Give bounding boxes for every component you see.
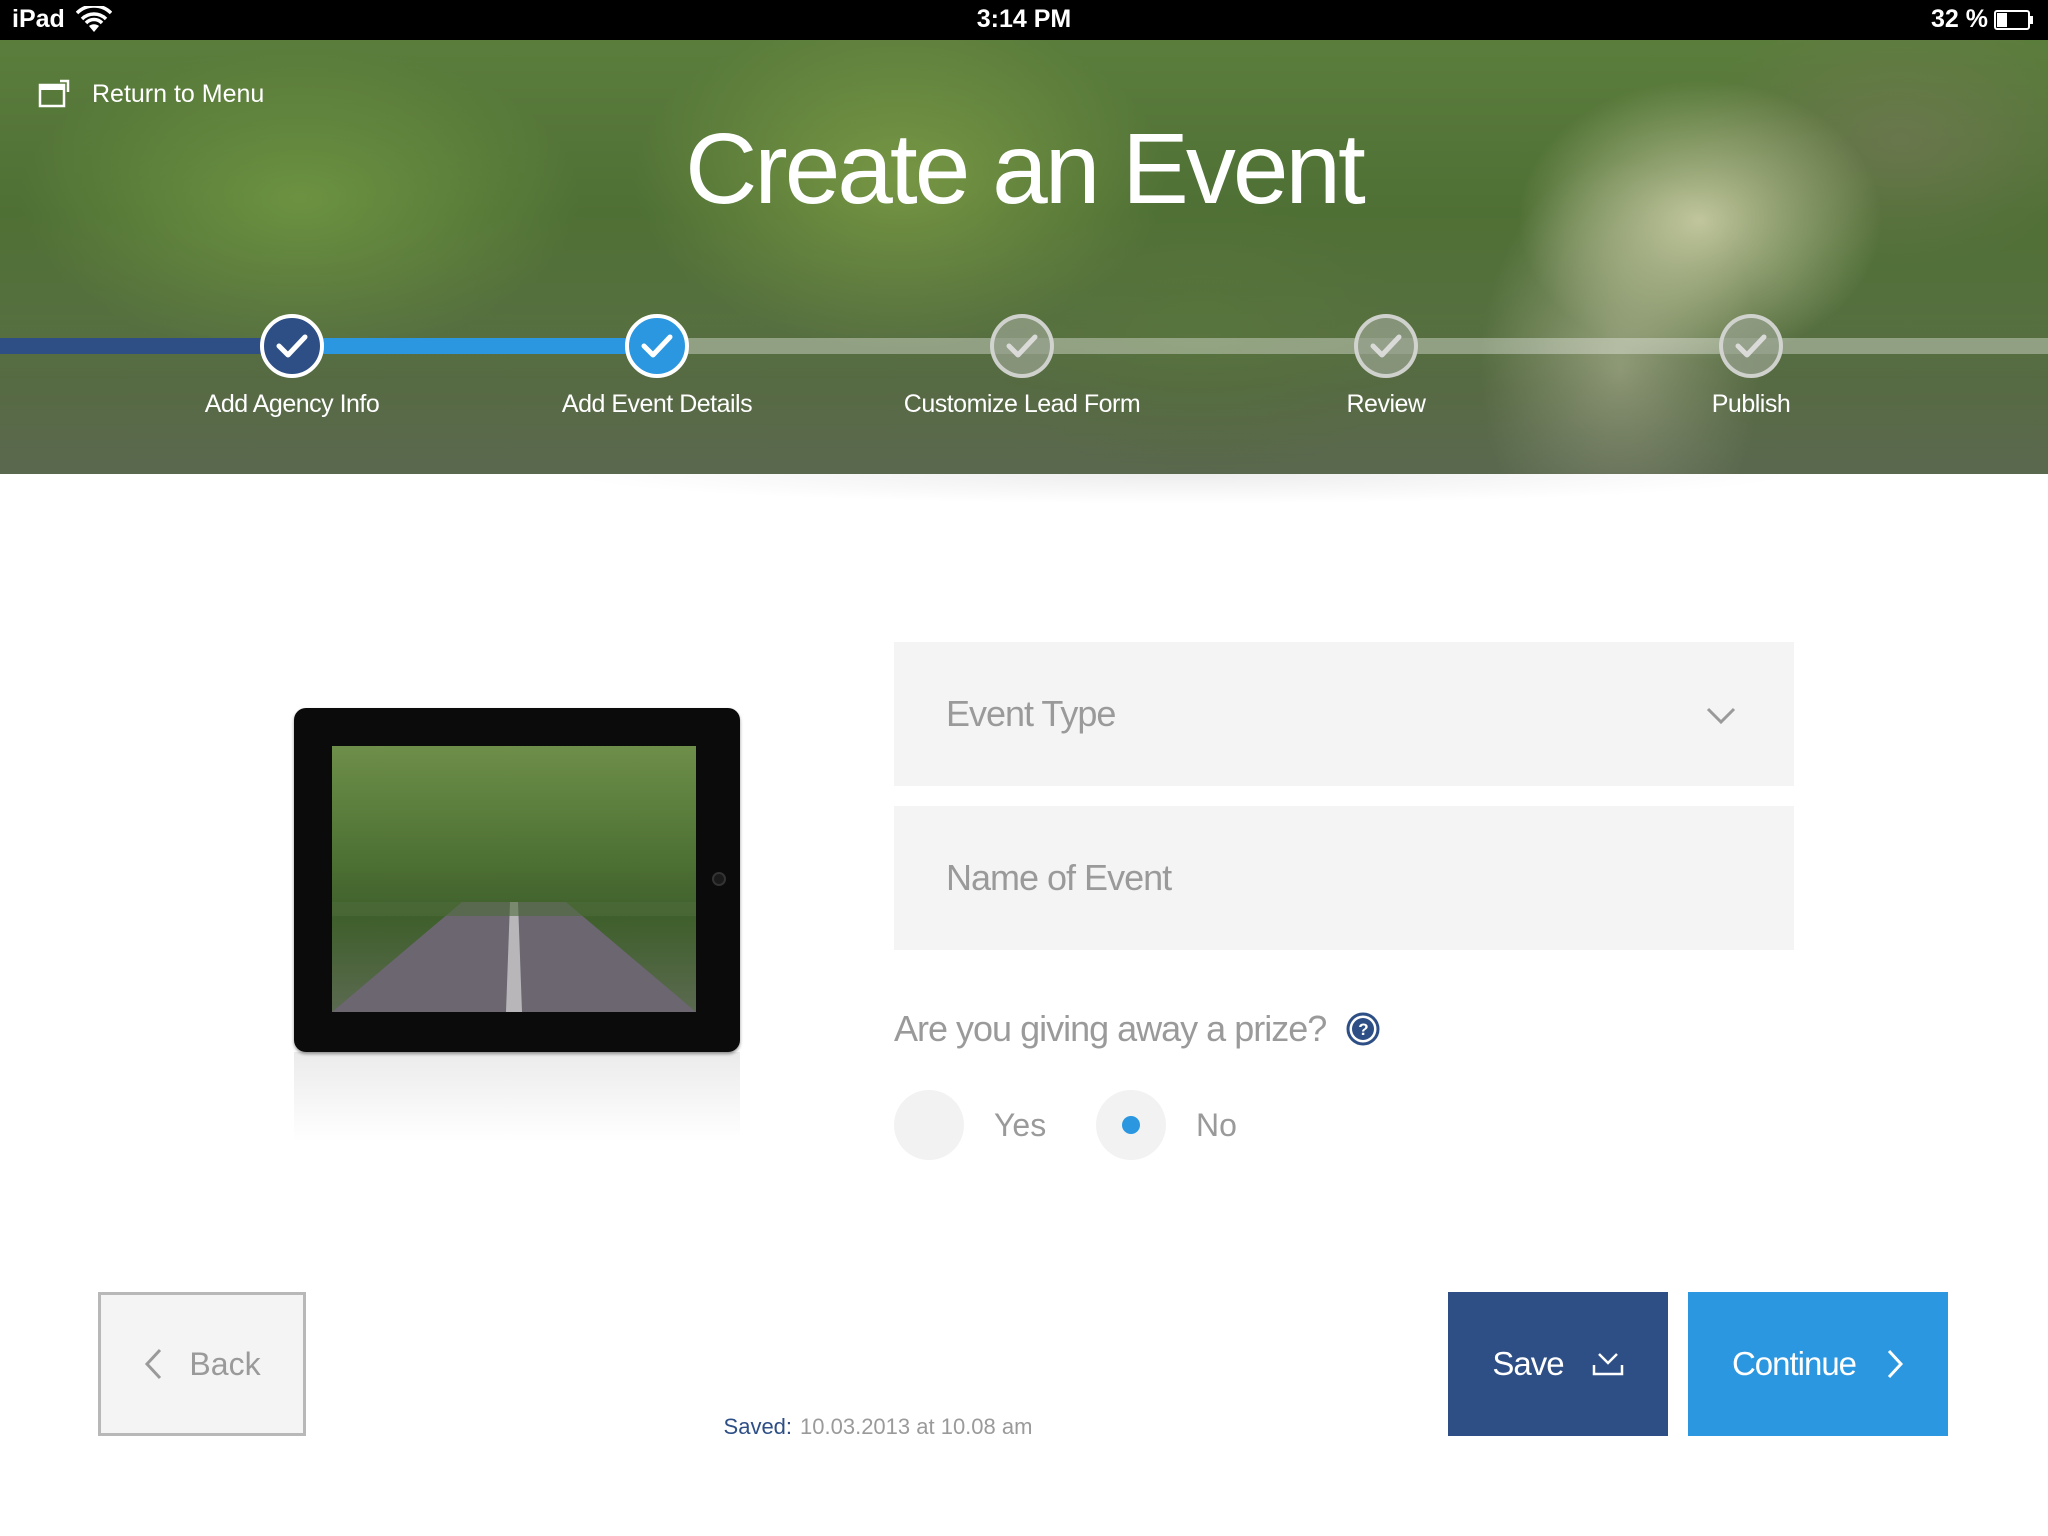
step-label-review: Review (1346, 390, 1426, 418)
prize-no-radio[interactable]: No (1096, 1090, 1237, 1160)
battery-icon (1994, 10, 2033, 30)
chevron-left-icon (145, 1348, 162, 1380)
prize-question: Are you giving away a prize? ? (894, 1008, 1380, 1050)
progress-track-remaining (657, 338, 2048, 354)
step-node-agency-info[interactable] (260, 314, 324, 378)
tablet-camera (712, 872, 726, 886)
help-icon[interactable]: ? (1346, 1012, 1380, 1046)
progress-stepper: Add Agency Info Add Event Details Custom… (0, 40, 2048, 474)
save-button[interactable]: Save (1448, 1292, 1668, 1436)
prize-question-label: Are you giving away a prize? (894, 1008, 1327, 1049)
event-name-field[interactable] (894, 806, 1794, 950)
check-icon (1735, 334, 1767, 358)
event-name-input[interactable] (946, 857, 1646, 899)
progress-track-active (292, 338, 657, 354)
step-node-lead-form[interactable] (990, 314, 1054, 378)
saved-key: Saved: (723, 1414, 793, 1439)
radio-circle-no[interactable] (1096, 1090, 1166, 1160)
clock: 3:14 PM (976, 5, 1072, 33)
preview-screen (332, 746, 696, 1012)
step-node-publish[interactable] (1719, 314, 1783, 378)
continue-button[interactable]: Continue (1688, 1292, 1948, 1436)
radio-selected-dot (1122, 1116, 1140, 1134)
back-label: Back (189, 1345, 261, 1382)
check-icon (1006, 334, 1038, 358)
continue-label: Continue (1731, 1345, 1857, 1382)
step-label-event-details: Add Event Details (561, 390, 753, 418)
event-type-placeholder: Event Type (946, 693, 1116, 734)
status-bar: iPad 3:14 PM 32 % (0, 0, 2048, 40)
check-icon (641, 334, 673, 358)
download-icon (1592, 1353, 1623, 1376)
chevron-down-icon (1706, 707, 1736, 725)
event-preview-tablet-image (294, 708, 740, 1052)
step-node-event-details[interactable] (625, 314, 689, 378)
check-icon (1370, 334, 1402, 358)
battery-percent: 32 % (1931, 5, 1988, 33)
saved-timestamp: 10.03.2013 at 10.08 am (800, 1414, 1033, 1439)
svg-text:?: ? (1359, 1020, 1369, 1039)
step-label-lead-form: Customize Lead Form (903, 390, 1141, 418)
step-node-review[interactable] (1354, 314, 1418, 378)
check-icon (276, 334, 308, 358)
radio-label-yes: Yes (994, 1106, 1047, 1143)
header-banner: Return to Menu Create an Event Add Agenc… (0, 40, 2048, 474)
radio-label-no: No (1196, 1106, 1237, 1143)
chevron-right-icon (1887, 1349, 1904, 1379)
save-label: Save (1492, 1345, 1564, 1382)
tablet-reflection (294, 1052, 740, 1142)
progress-track-done (0, 338, 292, 354)
step-label-publish: Publish (1711, 390, 1791, 418)
event-type-select[interactable]: Event Type (894, 642, 1794, 786)
prize-yes-radio[interactable]: Yes (894, 1090, 1046, 1160)
road-image (332, 902, 696, 1012)
step-label-agency-info: Add Agency Info (204, 390, 380, 418)
radio-circle-yes[interactable] (894, 1090, 964, 1160)
header-shadow (560, 474, 1800, 534)
